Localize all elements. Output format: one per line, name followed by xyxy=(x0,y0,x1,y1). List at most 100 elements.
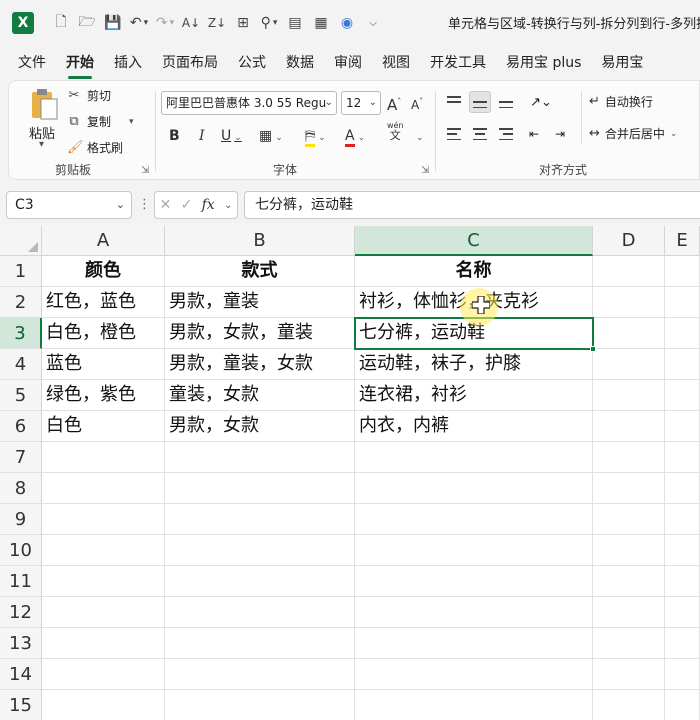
row-header-7[interactable]: 7 xyxy=(0,442,42,473)
tab-formulas[interactable]: 公式 xyxy=(228,50,276,76)
paste-icon[interactable] xyxy=(29,87,59,121)
cell-e5[interactable] xyxy=(665,380,700,411)
font-color-button[interactable]: A ⌄ xyxy=(345,125,365,147)
row-header-11[interactable]: 11 xyxy=(0,566,42,597)
cell-e12[interactable] xyxy=(665,597,700,628)
cell-c10[interactable] xyxy=(355,535,593,566)
copy-dropdown-icon[interactable]: ▾ xyxy=(129,117,134,127)
more-options-icon[interactable]: ⋮ xyxy=(138,197,151,212)
sort-ascending-icon[interactable]: A↓ xyxy=(180,9,202,37)
cell-c1[interactable]: 名称 xyxy=(355,256,593,287)
record-icon[interactable]: ◉ xyxy=(336,9,358,37)
copy-button[interactable]: ⧉ 复制 ▾ xyxy=(67,113,134,130)
tab-yiyongbao-plus[interactable]: 易用宝 plus xyxy=(496,50,591,76)
cell-d1[interactable] xyxy=(593,256,665,287)
borders-icon[interactable]: ⊞ xyxy=(232,9,254,37)
align-left-button[interactable] xyxy=(443,123,465,145)
confirm-icon[interactable]: ✓ xyxy=(181,197,193,213)
border-button[interactable]: ▦ ⌄ xyxy=(259,125,283,147)
cell-c13[interactable] xyxy=(355,628,593,659)
cell-a13[interactable] xyxy=(42,628,165,659)
cell-d8[interactable] xyxy=(593,473,665,504)
font-name-select[interactable]: 阿里巴巴普惠体 3.0 55 Regu ⌄ xyxy=(161,91,337,115)
cell-a5[interactable]: 绿色，紫色 xyxy=(42,380,165,411)
cell-c8[interactable] xyxy=(355,473,593,504)
tab-home[interactable]: 开始 xyxy=(56,50,104,79)
align-middle-button[interactable] xyxy=(469,91,491,113)
font-launcher-icon[interactable]: ⇲ xyxy=(421,165,429,176)
cell-d14[interactable] xyxy=(593,659,665,690)
name-box[interactable]: C3 ⌄ xyxy=(6,191,132,219)
cell-c5[interactable]: 连衣裙，衬衫 xyxy=(355,380,593,411)
cell-d13[interactable] xyxy=(593,628,665,659)
find-icon[interactable]: ⚲ ▾ xyxy=(258,9,280,37)
select-all-button[interactable] xyxy=(0,226,42,256)
column-header-e[interactable]: E xyxy=(665,226,700,256)
save-icon[interactable]: 💾 xyxy=(102,9,124,37)
cell-a6[interactable]: 白色 xyxy=(42,411,165,442)
cell-a14[interactable] xyxy=(42,659,165,690)
cell-a3[interactable]: 白色，橙色 xyxy=(42,318,165,349)
align-bottom-button[interactable] xyxy=(495,91,517,113)
cell-b1[interactable]: 款式 xyxy=(165,256,355,287)
cell-e15[interactable] xyxy=(665,690,700,720)
cell-b13[interactable] xyxy=(165,628,355,659)
cell-e7[interactable] xyxy=(665,442,700,473)
cell-c14[interactable] xyxy=(355,659,593,690)
fill-handle[interactable] xyxy=(590,346,596,352)
column-header-b[interactable]: B xyxy=(165,226,355,256)
row-header-6[interactable]: 6 xyxy=(0,411,42,442)
tab-yiyongbao[interactable]: 易用宝 xyxy=(591,50,653,76)
tab-review[interactable]: 审阅 xyxy=(324,50,372,76)
column-header-a[interactable]: A xyxy=(42,226,165,256)
column-header-d[interactable]: D xyxy=(593,226,665,256)
cell-b9[interactable] xyxy=(165,504,355,535)
align-right-button[interactable] xyxy=(495,123,517,145)
tab-page-layout[interactable]: 页面布局 xyxy=(152,50,228,76)
clear-format-icon[interactable]: ▦ xyxy=(310,9,332,37)
phonetic-dropdown-icon[interactable]: ⌄ xyxy=(413,125,424,147)
cell-d4[interactable] xyxy=(593,349,665,380)
redo-icon[interactable]: ↷ ▾ xyxy=(154,9,176,37)
cell-d5[interactable] xyxy=(593,380,665,411)
cell-a11[interactable] xyxy=(42,566,165,597)
cell-b5[interactable]: 童装，女款 xyxy=(165,380,355,411)
form-icon[interactable]: ▤ xyxy=(284,9,306,37)
cell-d11[interactable] xyxy=(593,566,665,597)
column-header-c[interactable]: C xyxy=(355,226,593,256)
cell-a4[interactable]: 蓝色 xyxy=(42,349,165,380)
cell-b3[interactable]: 男款，女款，童装 xyxy=(165,318,355,349)
cell-d10[interactable] xyxy=(593,535,665,566)
align-center-button[interactable] xyxy=(469,123,491,145)
tab-view[interactable]: 视图 xyxy=(372,50,420,76)
cell-a15[interactable] xyxy=(42,690,165,720)
cell-e14[interactable] xyxy=(665,659,700,690)
tab-data[interactable]: 数据 xyxy=(276,50,324,76)
row-header-8[interactable]: 8 xyxy=(0,473,42,504)
bold-button[interactable]: B xyxy=(169,125,180,147)
open-folder-icon[interactable]: 🗁 xyxy=(76,9,98,37)
cell-d15[interactable] xyxy=(593,690,665,720)
cell-a9[interactable] xyxy=(42,504,165,535)
cell-b10[interactable] xyxy=(165,535,355,566)
cell-e11[interactable] xyxy=(665,566,700,597)
cut-button[interactable]: ✂ 剪切 xyxy=(67,87,111,104)
font-size-select[interactable]: 12 ⌄ xyxy=(341,91,381,115)
cell-b2[interactable]: 男款，童装 xyxy=(165,287,355,318)
orientation-button[interactable]: ↗⌄ xyxy=(525,91,557,113)
row-header-2[interactable]: 2 xyxy=(0,287,42,318)
cancel-icon[interactable]: ✕ xyxy=(160,197,172,213)
cell-e6[interactable] xyxy=(665,411,700,442)
row-header-12[interactable]: 12 xyxy=(0,597,42,628)
cell-c4[interactable]: 运动鞋，袜子，护膝 xyxy=(355,349,593,380)
shrink-font-button[interactable]: A˅ xyxy=(411,91,423,113)
grow-font-button[interactable]: A˄ xyxy=(387,91,401,114)
formula-input[interactable]: 七分裤，运动鞋 xyxy=(244,191,700,219)
row-header-10[interactable]: 10 xyxy=(0,535,42,566)
decrease-indent-button[interactable]: ⇤ xyxy=(523,123,545,145)
tab-file[interactable]: 文件 xyxy=(8,50,56,76)
cell-b11[interactable] xyxy=(165,566,355,597)
tab-insert[interactable]: 插入 xyxy=(104,50,152,76)
row-header-4[interactable]: 4 xyxy=(0,349,42,380)
cell-c7[interactable] xyxy=(355,442,593,473)
